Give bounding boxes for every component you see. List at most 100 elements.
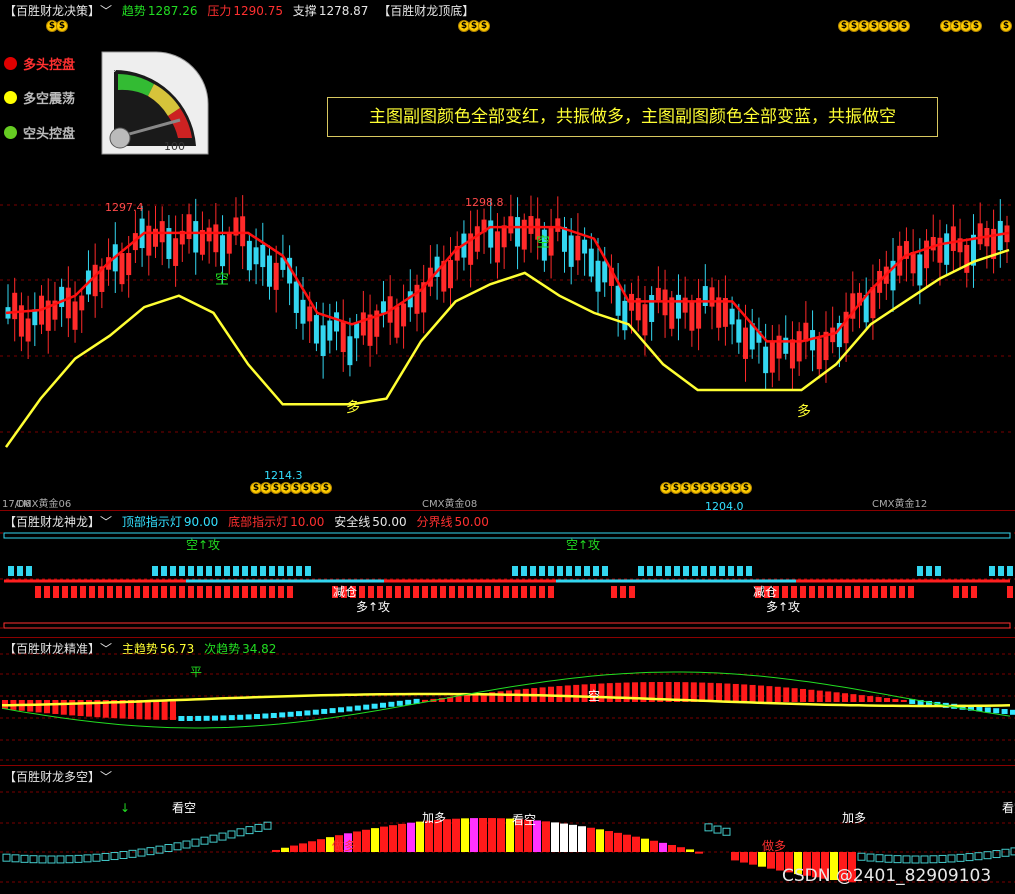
cyan-block: [521, 566, 527, 576]
histogram-bar: [262, 713, 269, 719]
jingzhun-panel[interactable]: 【百胜财龙精准】 ﹀ 主趋势 56.73 次趋势 34.82 平 空: [0, 638, 1015, 765]
candle-body: [528, 216, 534, 234]
candle-body: [588, 248, 594, 277]
histogram-bar: [900, 699, 907, 702]
histogram-bar: [911, 855, 920, 864]
histogram-bar: [296, 711, 302, 717]
histogram-bar: [35, 700, 42, 713]
candle-body: [521, 219, 527, 250]
histogram-bar: [551, 822, 559, 852]
duokong-panel[interactable]: 【百胜财龙多空】﹀ ↓ 看空 看空 看空 加多 加多 做多 做多 CSDN @2…: [0, 766, 1015, 894]
candlestick-chart[interactable]: 1297.4 1298.8 1214.3 1204.0 空 空 多 多 17/0…: [0, 0, 1015, 510]
histogram-bar: [791, 688, 798, 702]
red-block: [44, 586, 50, 598]
histogram-bar: [29, 855, 38, 864]
cyan-block: [179, 566, 185, 576]
red-block: [62, 586, 68, 598]
histogram-bar: [833, 692, 840, 702]
cyan-block: [296, 566, 302, 576]
histogram-bar: [254, 823, 263, 832]
histogram-bar: [380, 702, 386, 708]
candle-body: [213, 224, 219, 253]
histogram-bar: [560, 823, 568, 852]
candle-body: [25, 318, 31, 342]
candle-body: [126, 253, 132, 276]
red-block: [197, 586, 203, 598]
candle-body: [675, 294, 681, 319]
red-block: [368, 586, 374, 598]
cyan-block: [683, 566, 689, 576]
histogram-bar: [767, 852, 775, 869]
histogram-bar: [173, 842, 182, 851]
histogram-bar: [542, 821, 550, 852]
cyan-block: [710, 566, 716, 576]
histogram-bar: [110, 852, 119, 861]
candle-body: [340, 321, 346, 353]
histogram-bar: [668, 845, 676, 852]
histogram-bar: [74, 854, 83, 863]
histogram-bar: [321, 708, 328, 714]
candle-body: [394, 306, 400, 338]
candle-body: [173, 238, 179, 266]
candle-body: [702, 286, 708, 306]
candle-body: [595, 260, 601, 292]
histogram-bar: [236, 828, 245, 837]
cyan-block: [647, 566, 653, 576]
histogram-bar: [362, 829, 370, 852]
cyan-block: [656, 566, 662, 576]
red-block: [107, 586, 113, 598]
histogram-bar: [632, 836, 640, 852]
candle-body: [313, 315, 319, 344]
red-block: [71, 586, 77, 598]
histogram-bar: [731, 852, 739, 861]
histogram-bar: [993, 708, 1000, 714]
candle-body: [555, 218, 561, 232]
histogram-bar: [281, 847, 289, 852]
red-block: [818, 586, 824, 598]
histogram-bar: [452, 818, 460, 852]
histogram-bar: [44, 700, 50, 714]
candle-body: [515, 217, 521, 247]
histogram-bar: [153, 700, 160, 720]
red-block: [449, 586, 455, 598]
histogram-bar: [749, 852, 757, 865]
add-long-label: 加多: [422, 811, 446, 825]
candle-body: [977, 223, 983, 245]
histogram-bar: [783, 687, 790, 702]
red-block: [620, 586, 626, 598]
red-block: [125, 586, 131, 598]
red-block: [134, 586, 140, 598]
candle-body: [494, 231, 500, 263]
shenlong-panel[interactable]: 【百胜财龙神龙】 ﹀ 顶部指示灯 90.00 底部指示灯 10.00 安全线 50.00…: [0, 511, 1015, 637]
candle-body: [300, 299, 306, 324]
candle-body: [682, 297, 688, 313]
contract-label: CMX黄金12: [872, 497, 927, 510]
histogram-bar: [606, 683, 613, 702]
cyan-block: [161, 566, 167, 576]
cyan-block: [1007, 566, 1013, 576]
histogram-bar: [389, 825, 397, 852]
red-block: [845, 586, 851, 598]
histogram-bar: [38, 855, 47, 864]
candle-body: [347, 336, 353, 366]
candle-body: [153, 228, 159, 247]
histogram-bar: [564, 685, 571, 702]
candle-body: [615, 285, 621, 316]
histogram-bar: [186, 715, 193, 721]
candle-body: [950, 226, 956, 251]
red-block: [467, 586, 473, 598]
histogram-bar: [144, 700, 151, 720]
candle-body: [266, 255, 272, 287]
cyan-block: [701, 566, 707, 576]
candle-body: [119, 253, 125, 285]
red-block: [377, 586, 383, 598]
histogram-bar: [766, 686, 773, 702]
histogram-bar: [800, 688, 806, 702]
histogram-bar: [573, 684, 580, 702]
histogram-bar: [569, 824, 577, 852]
buy-signal-label: 多: [346, 399, 360, 416]
main-chart-panel[interactable]: 【百胜财龙决策】 ﹀ 趋势 1287.26 压力 1290.75 支撑 1278.87 …: [0, 0, 1015, 510]
candle-body: [937, 237, 943, 263]
histogram-bar: [497, 818, 505, 852]
candle-body: [354, 322, 360, 339]
